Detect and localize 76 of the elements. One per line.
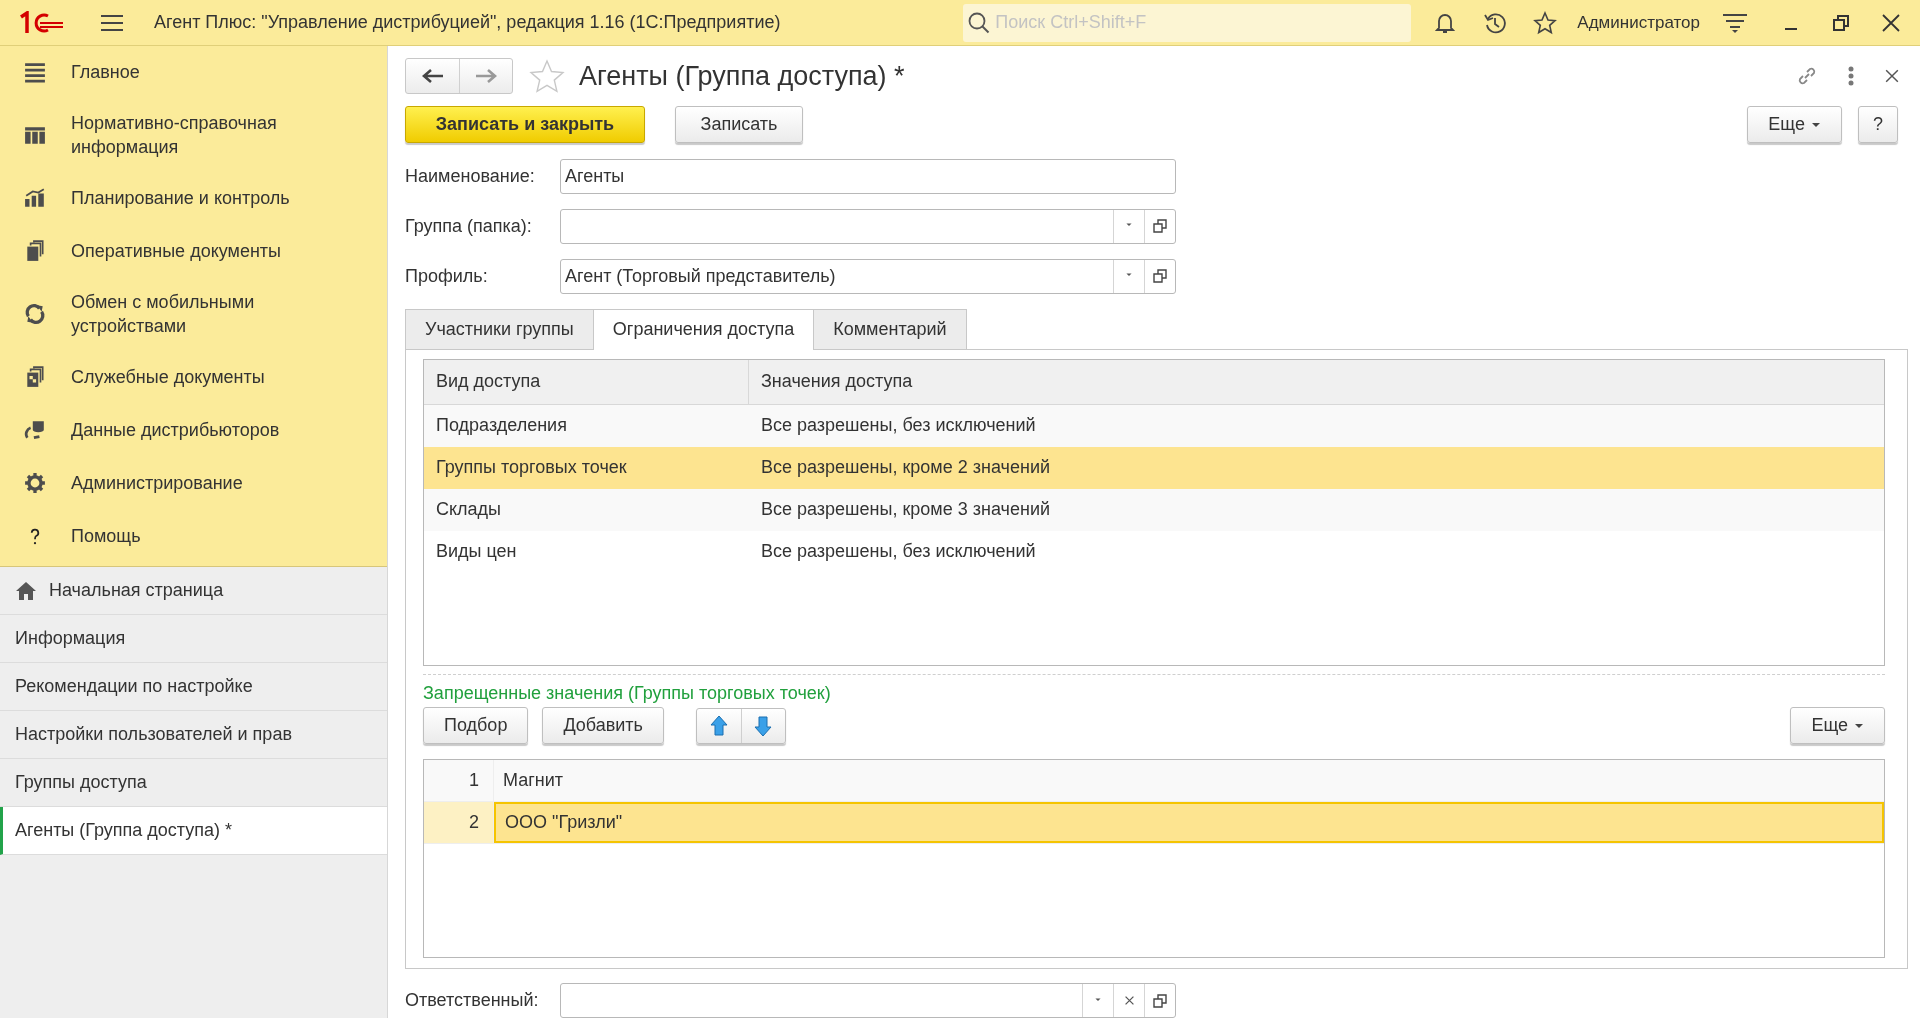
arrow-left-icon: [420, 68, 445, 84]
select-field[interactable]: Агент (Торговый представитель): [560, 258, 1176, 294]
documents-icon: [24, 240, 46, 262]
open-window-item[interactable]: Начальная страница: [0, 567, 387, 615]
open-window-item[interactable]: Настройки пользователей и прав: [0, 711, 387, 759]
user-name[interactable]: Администратор: [1577, 12, 1700, 33]
tab[interactable]: Ограничения доступа: [592, 308, 815, 350]
section-link[interactable]: Обмен с мобильными устройствами: [71, 290, 331, 338]
columns-icon: [24, 124, 46, 146]
open-window-item[interactable]: Информация: [0, 615, 387, 663]
save-close-button[interactable]: Записать и закрыть: [405, 106, 645, 144]
open-window-item[interactable]: Агенты (Группа доступа) *: [0, 807, 387, 855]
tab[interactable]: Участники группы: [405, 308, 594, 349]
toolbar-button[interactable]: Подбор: [423, 707, 529, 745]
field-label: Профиль:: [405, 265, 489, 287]
select-field[interactable]: [560, 983, 1176, 1018]
star-icon[interactable]: [1533, 10, 1558, 35]
field-label: Наименование:: [405, 165, 536, 187]
search-field[interactable]: Поиск Ctrl+Shift+F: [963, 3, 1412, 42]
search-input[interactable]: Поиск Ctrl+Shift+F: [993, 11, 1394, 34]
column-header[interactable]: Вид доступа: [424, 359, 749, 404]
table-row[interactable]: Склады Все разрешены, кроме 3 значений: [424, 488, 1884, 531]
more-button[interactable]: Еще: [1747, 106, 1842, 144]
link-icon[interactable]: [1796, 65, 1818, 87]
form-title: Агенты (Группа доступа) *: [579, 60, 905, 92]
arrow-down-icon: [754, 714, 773, 737]
filter-icon[interactable]: [1722, 11, 1748, 34]
bar-chart-icon: [24, 187, 46, 209]
section-link[interactable]: Администрирование: [71, 472, 331, 494]
arrow-up-icon: [709, 714, 728, 737]
close-icon[interactable]: [1880, 11, 1902, 34]
open-icon[interactable]: [1153, 269, 1167, 284]
column-header[interactable]: Значения доступа: [749, 359, 913, 404]
caret-icon: [1811, 121, 1821, 128]
section-link[interactable]: Главное: [71, 61, 331, 83]
input-field[interactable]: Агенты: [560, 158, 1176, 194]
home-icon: [15, 579, 37, 602]
open-icon[interactable]: [1153, 993, 1167, 1008]
database-icon: [24, 419, 46, 441]
field-label: Ответственный:: [405, 990, 540, 1011]
more-icon[interactable]: [1848, 65, 1854, 87]
field-label: Группа (папка):: [405, 215, 533, 237]
section-link[interactable]: Оперативные документы: [71, 240, 331, 262]
search-icon: [967, 10, 992, 35]
section-title: Запрещенные значения (Группы торговых точек): [423, 681, 832, 705]
select-field[interactable]: [560, 208, 1176, 244]
table-row[interactable]: 1 Магнит: [424, 759, 1884, 802]
close-icon[interactable]: [1884, 68, 1900, 84]
field-value[interactable]: Агенты: [561, 164, 1175, 188]
gear-icon: [24, 472, 46, 494]
window-title: Агент Плюс: "Управление дистрибуцией", редакция 1.16 (1С:Предприятие): [154, 12, 781, 33]
open-window-item[interactable]: Рекомендации по настройке: [0, 663, 387, 711]
help-button[interactable]: ?: [1858, 106, 1898, 144]
logo-icon: [18, 10, 64, 35]
caret-icon: [1854, 722, 1864, 729]
more-button[interactable]: Еще: [1790, 707, 1885, 745]
tab[interactable]: Комментарий: [813, 308, 967, 349]
toolbar-button[interactable]: Добавить: [542, 707, 664, 745]
save-button[interactable]: Записать: [675, 106, 803, 144]
section-link[interactable]: Планирование и контроль: [71, 187, 331, 209]
table-row[interactable]: Группы торговых точек Все разрешены, кроме 2 значений: [424, 446, 1884, 489]
section-link[interactable]: Служебные документы: [71, 366, 331, 388]
section-link[interactable]: Помощь: [71, 525, 331, 547]
open-icon[interactable]: [1153, 219, 1167, 234]
menu-icon: [24, 61, 46, 83]
table-row[interactable]: Виды цен Все разрешены, без исключений: [424, 530, 1884, 573]
history-icon[interactable]: [1483, 10, 1508, 35]
documents-icon: [24, 366, 46, 388]
field-value[interactable]: Агент (Торговый представитель): [561, 264, 1113, 288]
section-link[interactable]: Данные дистрибьюторов: [71, 419, 331, 441]
arrow-right-icon: [474, 68, 498, 84]
section-link[interactable]: Нормативно-справочная информация: [71, 111, 331, 159]
clear-icon[interactable]: [1123, 995, 1135, 1006]
refresh-icon: [24, 303, 46, 325]
table-row[interactable]: Подразделения Все разрешены, без исключений: [424, 404, 1884, 447]
menu-icon[interactable]: [100, 12, 124, 33]
